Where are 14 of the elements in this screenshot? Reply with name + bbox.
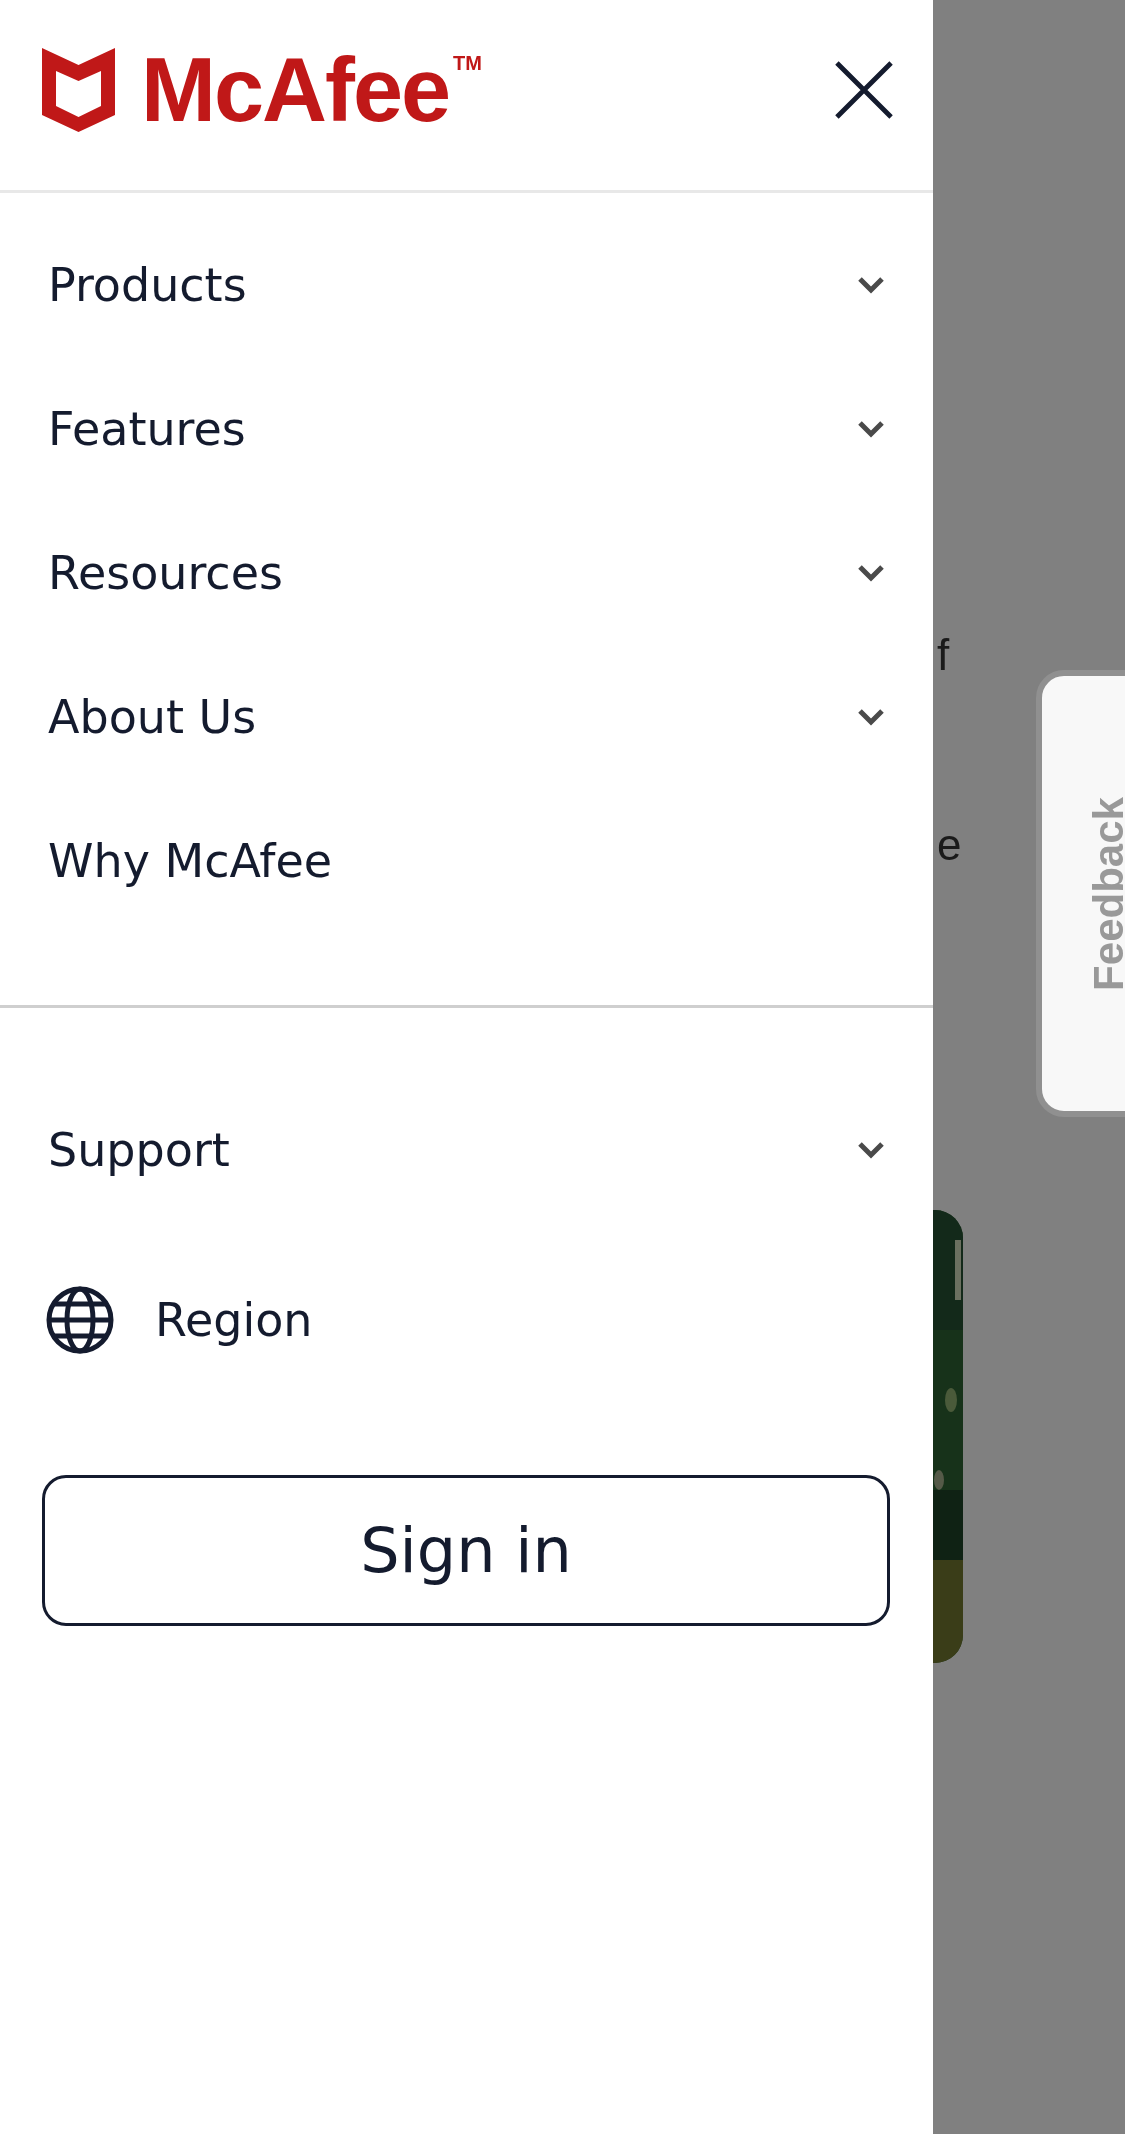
- page-text: e: [937, 820, 962, 870]
- region-link[interactable]: Region: [155, 1293, 313, 1347]
- menu-item[interactable]: Features: [0, 357, 933, 501]
- menu-item[interactable]: About Us: [0, 645, 933, 789]
- shield-logo-icon: [42, 48, 115, 132]
- menu-item[interactable]: Products: [0, 213, 933, 357]
- menu-item[interactable]: Why McAfee: [0, 789, 933, 933]
- menu-item[interactable]: Support: [0, 1078, 933, 1222]
- close-button[interactable]: [833, 59, 895, 121]
- logo-text: McAfee$^{TM}$: [141, 45, 482, 135]
- menu-item[interactable]: Resources: [0, 501, 933, 645]
- sign-in-button[interactable]: Sign in: [42, 1475, 890, 1626]
- globe-icon[interactable]: [45, 1285, 115, 1355]
- page-text: f: [937, 630, 950, 680]
